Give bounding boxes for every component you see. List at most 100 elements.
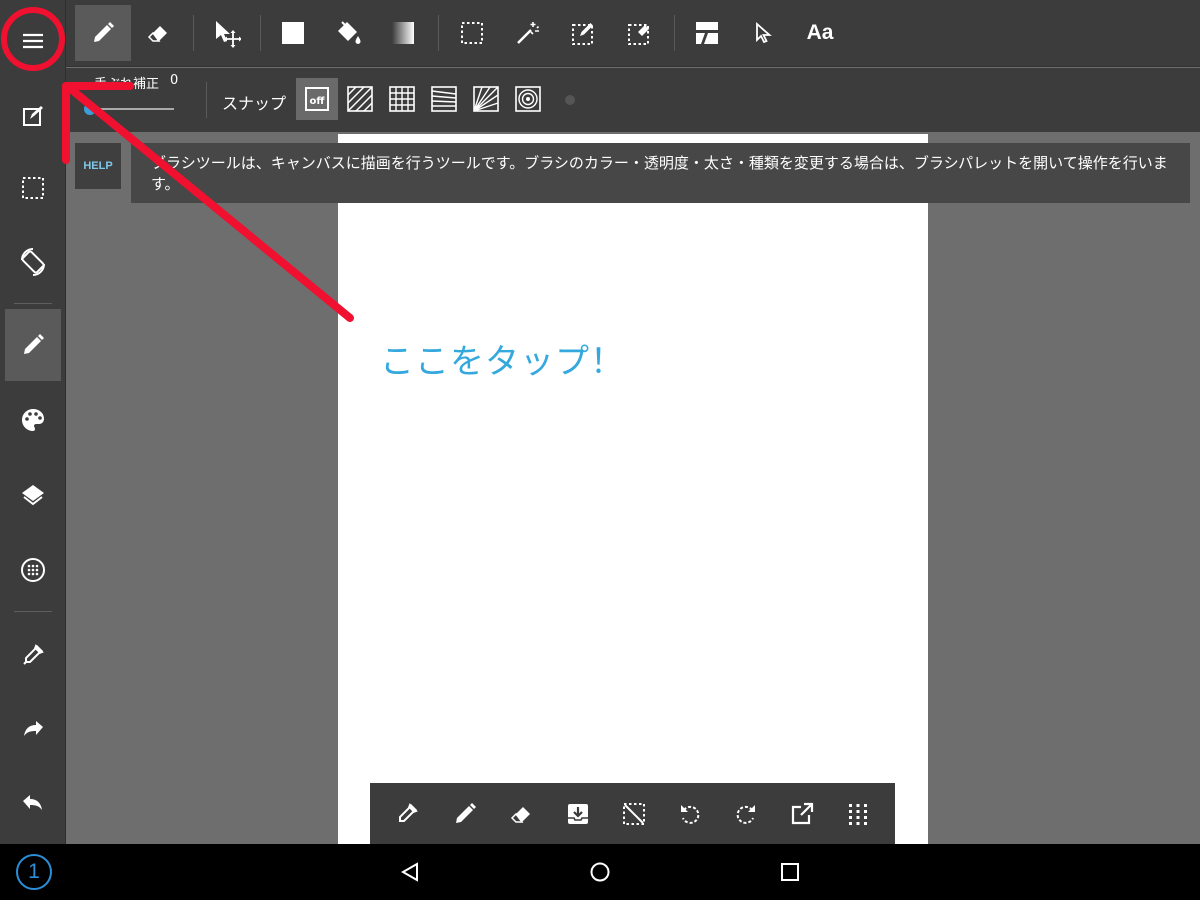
perspective-icon bbox=[431, 86, 457, 112]
bottom-save-button[interactable] bbox=[553, 789, 603, 839]
snap-grid-button[interactable] bbox=[381, 78, 423, 120]
pencil-button[interactable] bbox=[5, 309, 61, 381]
save-icon bbox=[568, 804, 588, 824]
selection-icon bbox=[22, 177, 44, 199]
fill-rect-tool-button[interactable] bbox=[265, 5, 321, 61]
notification-badge[interactable]: 1 bbox=[16, 854, 52, 890]
stabilizer-slider-knob[interactable] bbox=[84, 103, 96, 115]
top-toolbar: Aa bbox=[66, 0, 1200, 67]
cursor-icon bbox=[756, 22, 772, 44]
snap-parallel-button[interactable] bbox=[339, 78, 381, 120]
bottom-toolbar bbox=[370, 783, 895, 844]
snap-off-icon: off bbox=[305, 87, 329, 111]
gradient-icon bbox=[392, 22, 414, 44]
select-pen-tool-button[interactable] bbox=[556, 5, 612, 61]
snap-perspective-button[interactable] bbox=[423, 78, 465, 120]
square-icon bbox=[282, 22, 304, 44]
bottom-redo-button[interactable] bbox=[721, 789, 771, 839]
nav-home-button[interactable] bbox=[580, 852, 620, 892]
home-circle-icon bbox=[590, 862, 610, 882]
bottom-pen-button[interactable] bbox=[440, 789, 490, 839]
palette-icon bbox=[22, 409, 44, 431]
bottom-eyedropper-button[interactable] bbox=[382, 789, 432, 839]
move-icon bbox=[216, 21, 241, 48]
annotation-tap-here: ここをタップ！ bbox=[380, 342, 625, 382]
undo-icon bbox=[681, 805, 700, 824]
select-pen-icon bbox=[572, 23, 593, 45]
pen-tool-button[interactable] bbox=[75, 5, 131, 61]
select-eraser-icon bbox=[628, 24, 649, 45]
pencil-icon bbox=[94, 22, 114, 42]
edit-button[interactable] bbox=[5, 80, 61, 152]
pencil-icon bbox=[24, 334, 44, 354]
deselect-icon bbox=[623, 803, 645, 825]
eyedropper-button[interactable] bbox=[5, 619, 61, 691]
stabilizer-label: 手ぶれ補正 bbox=[94, 77, 160, 92]
stabilizer-slider[interactable] bbox=[90, 108, 174, 110]
concentric-circles-icon bbox=[515, 86, 541, 112]
parallel-lines-icon bbox=[347, 86, 373, 112]
rotate-icon bbox=[21, 248, 45, 276]
grid-snap-icon bbox=[389, 86, 415, 112]
eraser-icon bbox=[147, 26, 167, 42]
help-tooltip: ブラシツールは、キャンバスに描画を行うツールです。ブラシのカラー・透明度・太さ・… bbox=[131, 143, 1190, 203]
frame-divider-icon bbox=[696, 22, 718, 44]
grid-icon bbox=[849, 804, 867, 825]
material-button[interactable] bbox=[5, 534, 61, 606]
paint-bucket-icon bbox=[338, 21, 361, 44]
menu-button[interactable] bbox=[5, 5, 61, 77]
share-icon bbox=[791, 802, 814, 825]
menu-icon bbox=[23, 33, 43, 49]
back-triangle-icon bbox=[400, 862, 418, 882]
system-navigation-bar: 1 bbox=[0, 844, 1200, 900]
bottom-eraser-button[interactable] bbox=[497, 789, 547, 839]
layers-button[interactable] bbox=[5, 459, 61, 531]
eraser-tool-button[interactable] bbox=[131, 5, 187, 61]
snap-settings-dot[interactable] bbox=[565, 95, 575, 105]
layers-icon bbox=[22, 485, 44, 506]
undo-icon bbox=[23, 795, 42, 810]
magic-wand-icon bbox=[517, 22, 540, 44]
redo-button[interactable] bbox=[5, 693, 61, 765]
color-palette-button[interactable] bbox=[5, 384, 61, 456]
bottom-share-button[interactable] bbox=[777, 789, 827, 839]
redo-icon bbox=[736, 805, 755, 824]
eyedropper-icon bbox=[23, 644, 44, 665]
bottom-more-button[interactable] bbox=[833, 789, 883, 839]
nav-recents-button[interactable] bbox=[770, 852, 810, 892]
select-tool-button[interactable] bbox=[444, 5, 500, 61]
bottom-undo-button[interactable] bbox=[665, 789, 715, 839]
snap-off-button[interactable]: off bbox=[296, 78, 338, 120]
select-eraser-tool-button[interactable] bbox=[612, 5, 668, 61]
drawing-canvas[interactable] bbox=[338, 134, 928, 844]
redo-icon bbox=[24, 721, 43, 736]
snap-concentric-button[interactable] bbox=[507, 78, 549, 120]
nav-back-button[interactable] bbox=[390, 852, 430, 892]
operation-tool-button[interactable] bbox=[735, 5, 791, 61]
left-sidebar bbox=[0, 0, 66, 844]
snap-radial-button[interactable] bbox=[465, 78, 507, 120]
rotate-canvas-button[interactable] bbox=[5, 226, 61, 298]
selection-button[interactable] bbox=[5, 152, 61, 224]
magic-wand-tool-button[interactable] bbox=[500, 5, 556, 61]
text-icon: Aa bbox=[806, 21, 834, 44]
pen-icon bbox=[456, 803, 476, 823]
edit-icon bbox=[23, 106, 43, 126]
recents-square-icon bbox=[781, 863, 799, 881]
material-icon bbox=[21, 558, 45, 582]
move-tool-button[interactable] bbox=[198, 5, 254, 61]
stabilizer-value: 0 bbox=[170, 73, 179, 88]
frame-divider-tool-button[interactable] bbox=[679, 5, 735, 61]
radial-lines-icon bbox=[473, 86, 499, 112]
bucket-tool-button[interactable] bbox=[320, 5, 376, 61]
gradient-tool-button[interactable] bbox=[375, 5, 431, 61]
selection-icon bbox=[461, 22, 483, 44]
undo-button[interactable] bbox=[5, 767, 61, 839]
snap-label: スナップ bbox=[222, 94, 287, 113]
eyedropper-icon bbox=[399, 803, 418, 822]
bottom-deselect-button[interactable] bbox=[609, 789, 659, 839]
eraser-icon bbox=[510, 807, 530, 823]
help-button[interactable]: HELP bbox=[75, 143, 121, 189]
tool-options-bar: 手ぶれ補正 0 スナップ off bbox=[66, 68, 1200, 132]
text-tool-button[interactable]: Aa bbox=[792, 5, 848, 61]
